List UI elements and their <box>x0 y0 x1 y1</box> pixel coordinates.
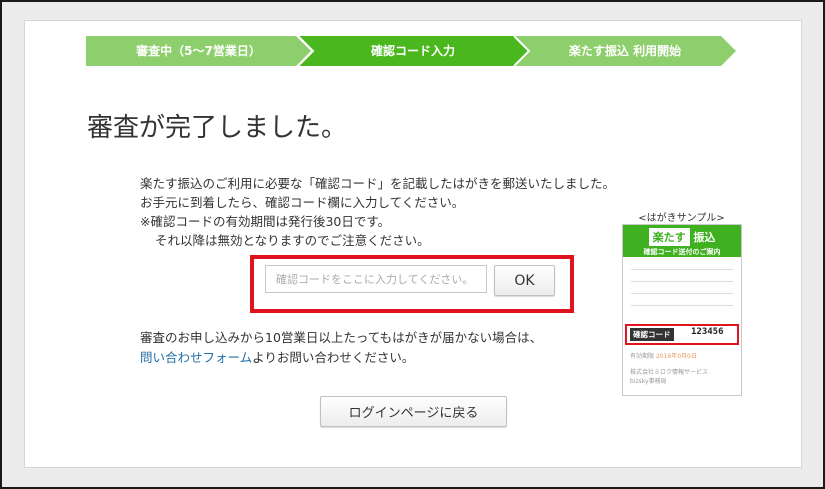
brand-logo-text: 振込 <box>693 231 716 244</box>
delivery-note: 審査のお申し込みから10営業日以上たってもはがきが届かない場合は、 問い合わせフ… <box>140 328 542 368</box>
sample-code-value: 123456 <box>691 327 724 337</box>
back-to-login-button[interactable]: ログインページに戻る <box>320 396 507 427</box>
step-code-entry: 確認コード入力 <box>298 36 528 66</box>
info-message: 楽たす振込のご利用に必要な「確認コード」を記載したはがきを郵送いたしました。 お… <box>140 174 615 250</box>
step-code-entry-label: 確認コード入力 <box>370 44 455 58</box>
step-start-use-label: 楽たす振込 利用開始 <box>568 44 682 58</box>
message-line-1: 楽たす振込のご利用に必要な「確認コード」を記載したはがきを郵送いたしました。 <box>140 176 616 191</box>
brand-logo-box: 楽たす <box>648 228 690 246</box>
note-line-2: 問い合わせフォームよりお問い合わせください。 <box>140 348 542 368</box>
note-line-1: 審査のお申し込みから10営業日以上たってもはがきが届かない場合は、 <box>140 330 543 345</box>
step-start-use: 楽たす振込 利用開始 <box>514 36 736 66</box>
sample-caption: <はがきサンプル> <box>638 213 725 224</box>
postcard-line <box>631 305 733 306</box>
inquiry-form-link[interactable]: 問い合わせフォーム <box>140 350 252 365</box>
sample-expiry: 有効期限 2016年0月0日 <box>630 351 697 360</box>
sample-expiry-value: 2016年0月0日 <box>655 353 697 360</box>
note-line-2-rest: よりお問い合わせください。 <box>252 350 415 365</box>
sample-expiry-label: 有効期限 <box>630 353 655 360</box>
postcard-subtitle: 確認コード送付のご案内 <box>643 248 721 256</box>
step-review: 審査中（5～7営業日） <box>86 36 311 66</box>
progress-steps: 審査中（5～7営業日） 確認コード入力 楽たす振込 利用開始 <box>86 36 736 66</box>
ok-button[interactable]: OK <box>494 265 555 296</box>
content-card: 審査中（5～7営業日） 確認コード入力 楽たす振込 利用開始 審査が完了しました… <box>24 20 802 468</box>
confirmation-code-input[interactable] <box>265 265 487 293</box>
sample-code-label: 確認コード <box>630 328 674 341</box>
postcard-header: 楽たす 振込 確認コード送付のご案内 <box>623 225 741 257</box>
window-frame: 審査中（5～7営業日） 確認コード入力 楽たす振込 利用開始 審査が完了しました… <box>0 0 825 489</box>
sample-company: 株式会社ミロク情報サービス bizsky事務局 <box>630 368 708 386</box>
postcard-sample: 楽たす 振込 確認コード送付のご案内 確認コード 123456 有効期限 201… <box>622 224 742 396</box>
step-review-label: 審査中（5～7営業日） <box>136 44 261 58</box>
message-line-2: お手元に到着したら、確認コード欄に入力してください。 <box>140 195 465 210</box>
sample-company-2: bizsky事務局 <box>630 378 667 385</box>
message-line-4: それ以降は無効となりますのでご注意ください。 <box>155 233 430 248</box>
sample-code-box: 確認コード 123456 <box>625 324 739 345</box>
message-line-3: ※確認コードの有効期間は発行後30日です。 <box>140 214 391 229</box>
postcard-brand: 楽たす 振込 <box>648 228 716 246</box>
page-title: 審査が完了しました。 <box>87 113 348 143</box>
sample-company-1: 株式会社ミロク情報サービス <box>630 369 709 376</box>
